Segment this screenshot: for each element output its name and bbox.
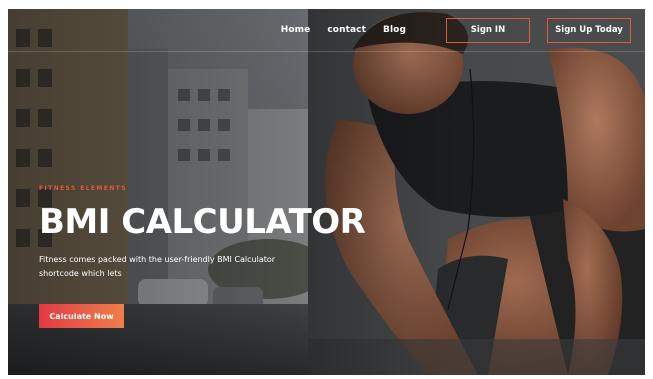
hero-banner: Home contact Blog Sign IN Sign Up Today … [8,9,645,375]
hero-content: FITNESS ELEMENTS BMI CALCULATOR Fitness … [39,185,369,328]
calculate-now-button[interactable]: Calculate Now [39,304,124,328]
hero-description: Fitness comes packed with the user-frien… [39,255,276,278]
top-navigation: Home contact Blog Sign IN Sign Up Today [281,17,631,43]
sign-up-button[interactable]: Sign Up Today [547,17,631,43]
hero-title: BMI CALCULATOR [39,202,366,242]
hero-eyebrow: FITNESS ELEMENTS [39,185,127,192]
nav-link-home[interactable]: Home [281,25,311,35]
nav-divider [8,51,645,52]
sign-in-button[interactable]: Sign IN [446,17,530,43]
nav-link-contact[interactable]: contact [327,25,366,35]
nav-link-blog[interactable]: Blog [383,25,406,35]
